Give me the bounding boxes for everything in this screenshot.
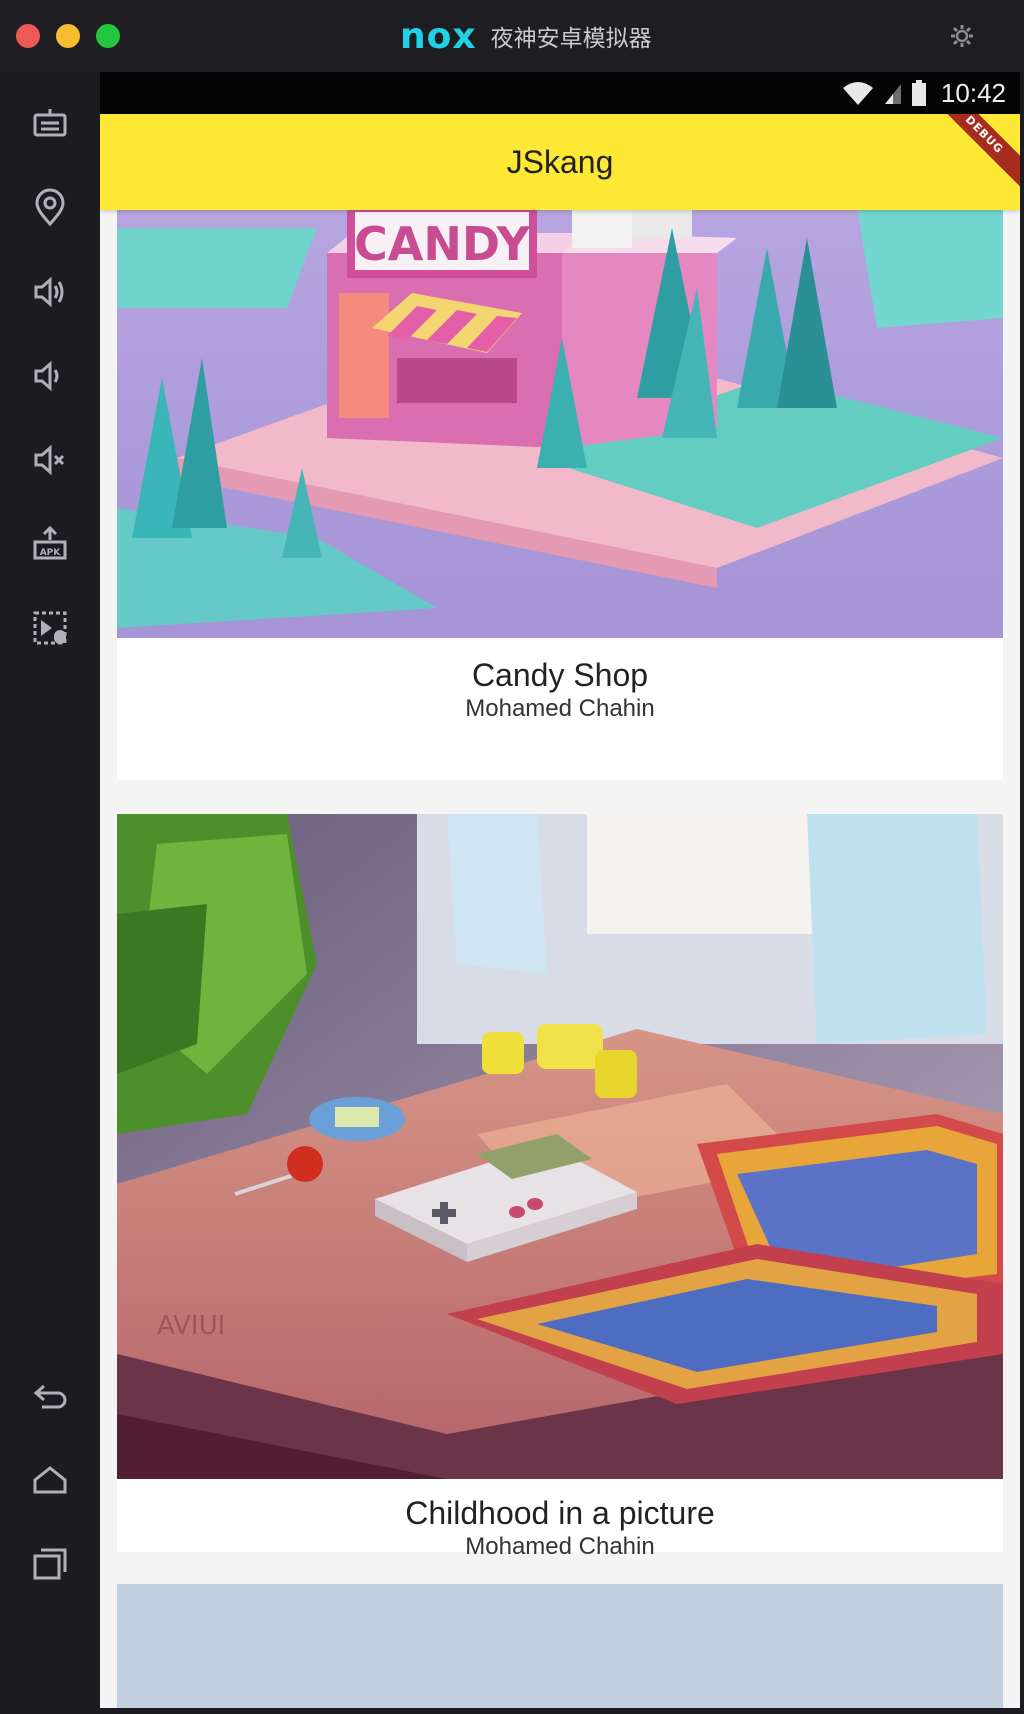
app-title: JSkang (506, 143, 614, 180)
post-title: Childhood in a picture (405, 1495, 715, 1531)
minimize-window-button[interactable] (56, 24, 80, 48)
post-image-childhood: AVIUI (117, 814, 1003, 1479)
emulator-toolbar: APK (0, 72, 100, 1714)
location-icon[interactable] (26, 184, 74, 232)
volume-up-icon[interactable] (26, 268, 74, 316)
mute-icon[interactable] (26, 436, 74, 484)
home-icon[interactable] (26, 1456, 74, 1504)
emulator-title: 夜神安卓模拟器 (490, 26, 652, 52)
post-list[interactable]: CANDY Candy Shop Mohamed Chahin AVIUI Ch… (100, 210, 1020, 1708)
post-card[interactable]: CANDY Candy Shop Mohamed Chahin (117, 210, 1003, 780)
status-bar: 10:42 (100, 72, 1020, 114)
device-screen: 10:42 JSkang DEBUG CANDY Candy Shop Moha… (100, 72, 1020, 1708)
recents-icon[interactable] (26, 1540, 74, 1588)
back-icon[interactable] (26, 1372, 74, 1420)
post-card[interactable]: AVIUI Childhood in a picture Mohamed Cha… (117, 814, 1003, 1560)
keyboard-icon[interactable] (26, 100, 74, 148)
status-clock: 10:42 (940, 77, 1006, 108)
post-image-candy-shop: CANDY (117, 210, 1003, 638)
debug-banner: DEBUG (926, 114, 1020, 193)
app-bar: JSkang DEBUG (100, 114, 1020, 210)
post-card[interactable] (117, 1584, 1003, 1708)
emulator-brand: nox 夜神安卓模拟器 (400, 15, 652, 57)
screen-record-icon[interactable] (26, 604, 74, 652)
window-titlebar: nox 夜神安卓模拟器 (0, 0, 1024, 72)
settings-icon[interactable] (950, 24, 974, 48)
nox-logo: nox (400, 15, 477, 57)
wifi-icon (842, 82, 873, 105)
candy-sign-text: CANDY (354, 217, 531, 271)
post-image-next (117, 1584, 1003, 1708)
post-author: Mohamed Chahin (465, 1533, 655, 1560)
post-title: Candy Shop (471, 657, 649, 693)
maximize-window-button[interactable] (96, 24, 120, 48)
svg-text:APK: APK (40, 548, 62, 558)
signal-icon (884, 84, 901, 104)
battery-icon (911, 80, 926, 106)
desk-engraving-text: AVIUI (157, 1311, 225, 1341)
close-window-button[interactable] (16, 24, 40, 48)
post-author: Mohamed Chahin (465, 695, 655, 722)
apk-install-icon[interactable]: APK (26, 520, 74, 568)
volume-down-icon[interactable] (26, 352, 74, 400)
